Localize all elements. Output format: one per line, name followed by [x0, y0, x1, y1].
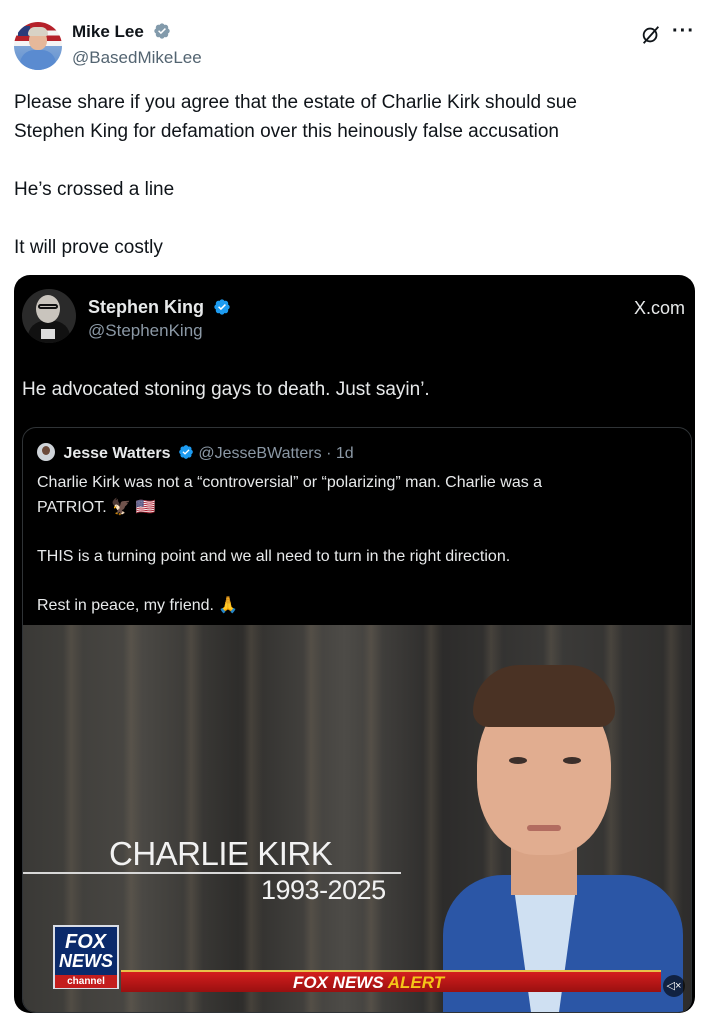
- news-alert-bar: FOX NEWS ALERT: [121, 970, 661, 992]
- logo-line-3: channel: [55, 975, 117, 988]
- logo-line-2: NEWS: [59, 951, 113, 971]
- grok-icon[interactable]: [640, 24, 662, 46]
- post-text-line: It will prove costly: [14, 237, 163, 258]
- post-text-line: Stephen King for defamation over this he…: [14, 121, 559, 142]
- author-name[interactable]: Mike Lee: [72, 22, 144, 41]
- verified-badge-icon: [153, 23, 170, 39]
- quoted-text-line: THIS is a turning point and we all need …: [37, 548, 511, 565]
- more-icon[interactable]: ···: [672, 20, 695, 43]
- embedded-author-handle: @StephenKing: [88, 321, 203, 340]
- lower-third-years: 1993-2025: [261, 875, 386, 905]
- mute-icon[interactable]: ◁×: [663, 975, 685, 997]
- embedded-author-avatar: [22, 289, 76, 343]
- alert-prefix: FOX NEWS: [293, 973, 388, 992]
- embedded-post-card[interactable]: Stephen King @StephenKing X.com He advoc…: [14, 275, 695, 1013]
- author-avatar[interactable]: [14, 22, 62, 70]
- post-text-line: Please share if you agree that the estat…: [14, 92, 577, 113]
- embedded-author-name: Stephen King: [88, 297, 204, 317]
- quoted-post-header: Jesse Watters @JesseBWatters · 1d: [37, 443, 354, 463]
- source-label: X.com: [633, 298, 685, 318]
- embedded-post-text: He advocated stoning gays to death. Just…: [22, 379, 430, 400]
- quoted-text-line: Rest in peace, my friend. 🙏: [37, 597, 239, 614]
- quoted-text-line: Charlie Kirk was not a “controversial” o…: [37, 474, 543, 491]
- verified-badge-icon: [179, 445, 193, 459]
- person-photo: [423, 635, 683, 1012]
- embedded-author-name-row: Stephen King: [88, 297, 231, 318]
- lower-third-name: CHARLIE KIRK: [109, 835, 333, 872]
- quoted-post[interactable]: Jesse Watters @JesseBWatters · 1d Charli…: [22, 427, 692, 1013]
- post-text: Please share if you agree that the estat…: [14, 88, 694, 262]
- lower-third-rule: [23, 872, 401, 874]
- quoted-post-text: Charlie Kirk was not a “controversial” o…: [37, 470, 677, 618]
- verified-badge-icon: [214, 299, 230, 315]
- post-text-line: He’s crossed a line: [14, 179, 175, 200]
- quoted-author-name: Jesse Watters: [63, 445, 171, 462]
- alert-highlight: ALERT: [387, 973, 445, 992]
- author-handle[interactable]: @BasedMikeLee: [72, 48, 202, 68]
- quoted-text-line: PATRIOT. 🦅 🇺🇸: [37, 499, 156, 516]
- quoted-author-avatar: [37, 443, 55, 461]
- post: Mike Lee @BasedMikeLee ··· Please share …: [0, 0, 721, 1024]
- author-name-row[interactable]: Mike Lee: [72, 22, 171, 42]
- news-video-still[interactable]: CHARLIE KIRK 1993-2025 FOX NEWS channel …: [23, 625, 691, 1012]
- news-alert-text: FOX NEWS ALERT: [293, 972, 444, 994]
- fox-news-logo: FOX NEWS channel: [53, 925, 119, 989]
- quoted-handle-time: @JesseBWatters · 1d: [198, 445, 354, 462]
